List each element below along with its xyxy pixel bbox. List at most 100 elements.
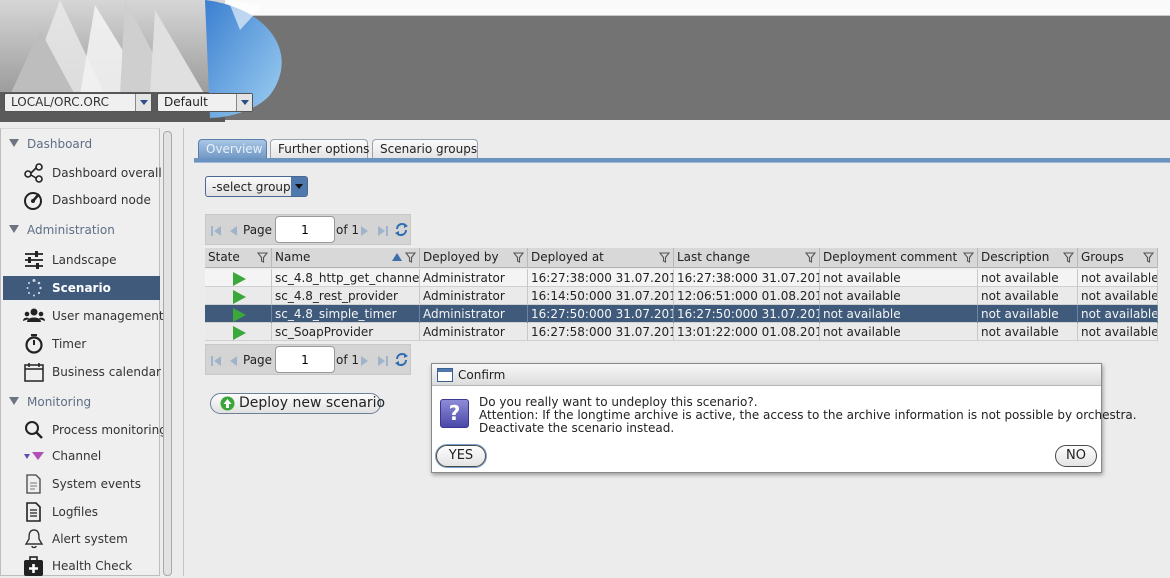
sidebar-item-user-management[interactable]: User management xyxy=(3,304,164,328)
sidebar-item-label: Scenario xyxy=(52,281,111,295)
column-header-description[interactable]: Description xyxy=(978,248,1078,268)
sidebar-item-label: Process monitoring xyxy=(52,423,167,437)
tab-further-options[interactable]: Further options xyxy=(270,139,369,159)
scenario-table: State Name Deployed by Deployed at Last … xyxy=(205,248,1158,344)
sidebar-item-process-monitoring[interactable]: Process monitoring xyxy=(3,418,167,442)
first-page-icon[interactable] xyxy=(210,225,222,237)
yes-button[interactable]: YES xyxy=(436,445,486,467)
users-icon xyxy=(23,308,45,322)
deployed-by-cell: Administrator xyxy=(420,323,528,341)
column-header-label: State xyxy=(208,250,240,264)
filter-icon[interactable] xyxy=(659,252,670,263)
sort-ascending-icon[interactable] xyxy=(392,253,402,261)
calendar-icon xyxy=(24,363,44,382)
refresh-icon[interactable] xyxy=(394,222,409,237)
play-icon[interactable] xyxy=(233,290,246,304)
sidebar-item-dashboard-overall[interactable]: Dashboard overall xyxy=(3,161,162,185)
name-cell: sc_4.8_http_get_channel xyxy=(272,269,420,287)
pager-top: Page of 1 xyxy=(205,214,411,245)
sidebar-item-dashboard-node[interactable]: Dashboard node xyxy=(3,188,160,212)
filter-icon[interactable] xyxy=(1063,252,1074,263)
sidebar-item-channel[interactable]: Channel xyxy=(3,444,160,468)
page-number-input[interactable] xyxy=(275,346,335,373)
sidebar-item-label: Logfiles xyxy=(52,505,98,519)
filter-icon[interactable] xyxy=(513,252,524,263)
profile-select[interactable]: Default xyxy=(157,93,253,112)
previous-page-icon[interactable] xyxy=(228,225,238,237)
play-icon[interactable] xyxy=(233,326,246,340)
column-header-label: Groups xyxy=(1081,250,1124,264)
bell-icon xyxy=(24,529,44,549)
last-page-icon[interactable] xyxy=(377,355,389,367)
sidebar-item-scenario[interactable]: Scenario xyxy=(3,276,160,300)
next-page-icon[interactable] xyxy=(360,225,370,237)
column-header-groups[interactable]: Groups xyxy=(1078,248,1158,268)
section-label: Administration xyxy=(27,223,115,237)
confirm-dialog: Confirm ? Do you really want to undeploy… xyxy=(431,363,1137,473)
sidebar-item-alert-system[interactable]: Alert system xyxy=(3,527,160,551)
table-row[interactable]: sc_4.8_rest_provider Administrator 16:14… xyxy=(205,287,1158,305)
deployed-at-cell: 16:14:50:000 31.07.2018 xyxy=(528,287,674,305)
sidebar-item-label: User management xyxy=(52,309,164,323)
table-row-selected[interactable]: sc_4.8_simple_timer Administrator 16:27:… xyxy=(205,305,1158,323)
table-row[interactable]: sc_SoapProvider Administrator 16:27:58:0… xyxy=(205,323,1158,341)
dialog-message-line: Attention: If the longtime archive is ac… xyxy=(479,408,1137,422)
magnifier-icon xyxy=(25,421,43,439)
sidebar-scrollbar[interactable] xyxy=(163,131,172,576)
column-header-last-change[interactable]: Last change xyxy=(674,248,820,268)
table-row[interactable]: sc_4.8_http_get_channel Administrator 16… xyxy=(205,269,1158,287)
column-header-deployment-comment[interactable]: Deployment comment xyxy=(820,248,978,268)
sidebar-item-landscape[interactable]: Landscape xyxy=(3,248,160,272)
sidebar-item-timer[interactable]: Timer xyxy=(3,332,160,356)
tab-overview[interactable]: Overview xyxy=(198,139,267,159)
last-change-cell: 16:27:50:000 31.07.2018 xyxy=(674,305,820,323)
sidebar-item-logfiles[interactable]: Logfiles xyxy=(3,500,160,524)
play-icon[interactable] xyxy=(233,272,246,286)
filter-icon[interactable] xyxy=(805,252,816,263)
filter-icon[interactable] xyxy=(1143,252,1154,263)
column-header-deployed-by[interactable]: Deployed by xyxy=(420,248,528,268)
dialog-message-line: Deactivate the scenario instead. xyxy=(479,421,675,435)
sidebar-item-health-check[interactable]: Health Check xyxy=(3,554,160,578)
last-page-icon[interactable] xyxy=(377,225,389,237)
sidebar-item-business-calendar[interactable]: Business calendar xyxy=(3,360,161,384)
filter-icon[interactable] xyxy=(257,252,268,263)
first-page-icon[interactable] xyxy=(210,355,222,367)
sidebar-item-system-events[interactable]: System events xyxy=(3,472,160,496)
section-administration[interactable]: Administration xyxy=(9,223,115,241)
channel-icon xyxy=(24,452,44,460)
page-number-input[interactable] xyxy=(275,216,335,243)
dialog-message-line: Do you really want to undeploy this scen… xyxy=(479,395,758,409)
no-button[interactable]: NO xyxy=(1055,445,1097,467)
tab-scenario-groups[interactable]: Scenario groups xyxy=(372,139,478,159)
filter-icon[interactable] xyxy=(405,252,416,263)
sidebar-item-label: Alert system xyxy=(52,532,128,546)
logfile-icon xyxy=(26,502,41,522)
deploy-new-scenario-button[interactable]: Deploy new scenario xyxy=(210,393,385,414)
section-monitoring[interactable]: Monitoring xyxy=(9,395,91,413)
column-header-state[interactable]: State xyxy=(205,248,272,268)
section-dashboard[interactable]: Dashboard xyxy=(9,137,92,155)
arrow-up-icon xyxy=(220,396,235,411)
name-cell: sc_SoapProvider xyxy=(272,323,420,341)
group-select-value: -select group- xyxy=(212,180,295,194)
section-label: Dashboard xyxy=(27,137,93,151)
divider xyxy=(183,128,184,576)
column-header-deployed-at[interactable]: Deployed at xyxy=(528,248,674,268)
previous-page-icon[interactable] xyxy=(228,355,238,367)
refresh-icon[interactable] xyxy=(394,352,409,367)
group-select[interactable]: -select group- xyxy=(205,176,308,197)
play-icon[interactable] xyxy=(233,308,246,322)
deployed-by-cell: Administrator xyxy=(420,269,528,287)
deployed-by-cell: Administrator xyxy=(420,287,528,305)
column-header-label: Name xyxy=(275,250,311,264)
next-page-icon[interactable] xyxy=(360,355,370,367)
host-select[interactable]: LOCAL/ORC.ORC xyxy=(4,93,152,112)
column-header-name[interactable]: Name xyxy=(272,248,420,268)
filter-icon[interactable] xyxy=(963,252,974,263)
name-cell: sc_4.8_simple_timer xyxy=(272,305,420,323)
deployed-at-cell: 16:27:58:000 31.07.2018 xyxy=(528,323,674,341)
dialog-titlebar[interactable]: Confirm xyxy=(432,364,1101,386)
tab-underline xyxy=(194,158,1170,163)
page-label: Page xyxy=(243,353,273,367)
